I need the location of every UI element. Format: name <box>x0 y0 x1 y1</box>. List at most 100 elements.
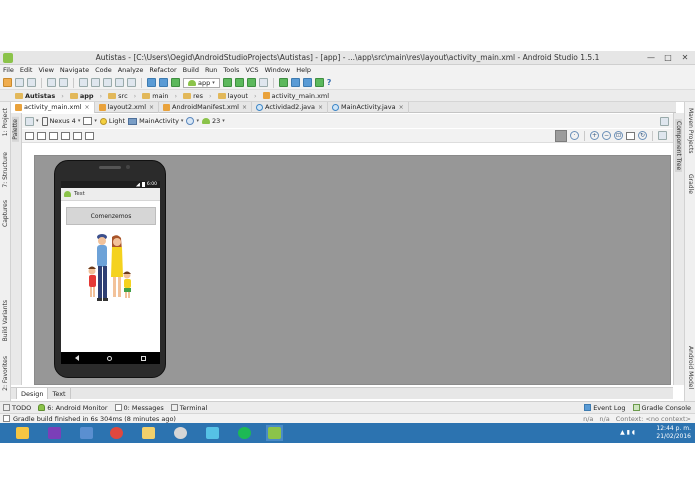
android-device-monitor-icon[interactable] <box>314 78 324 87</box>
breadcrumb-item[interactable]: activity_main.xml <box>260 92 333 100</box>
menu-vcs[interactable]: VCS <box>245 65 258 76</box>
copy-icon[interactable] <box>91 78 100 87</box>
menu-analyze[interactable]: Analyze <box>118 65 144 76</box>
redo-icon[interactable] <box>59 78 68 87</box>
run-config-dropdown[interactable]: app ▾ <box>183 77 220 88</box>
nav-home-icon[interactable] <box>107 355 113 361</box>
activity-dropdown[interactable]: MainActivity ▾ <box>128 117 183 125</box>
align-icon[interactable] <box>73 131 82 140</box>
menu-run[interactable]: Run <box>205 65 217 76</box>
tab-main-activity-java[interactable]: MainActivity.java × <box>328 101 409 113</box>
minimize-button[interactable]: — <box>643 52 659 63</box>
menu-file[interactable]: File <box>3 65 14 76</box>
tab-design[interactable]: Design <box>16 388 49 399</box>
breadcrumb-item[interactable]: Autistas <box>12 92 58 100</box>
forward-arrow-icon[interactable] <box>159 78 168 87</box>
layout-variants-dropdown[interactable]: ▾ <box>25 116 39 126</box>
find-icon[interactable] <box>115 78 124 87</box>
close-tab-icon[interactable]: × <box>399 104 404 111</box>
taskbar-android-studio[interactable] <box>266 425 283 441</box>
gear-icon[interactable] <box>660 116 669 126</box>
make-project-icon[interactable] <box>171 78 180 87</box>
replace-icon[interactable] <box>127 78 136 87</box>
project-tool-tab[interactable]: 1: Project <box>2 108 9 136</box>
api-level-dropdown[interactable]: 23 ▾ <box>201 117 225 125</box>
back-arrow-icon[interactable] <box>147 78 156 87</box>
messages-tool-button[interactable]: 0: Messages <box>114 404 164 412</box>
close-tab-icon[interactable]: × <box>242 104 247 111</box>
android-monitor-tool-button[interactable]: 6: Android Monitor <box>38 404 108 412</box>
close-tab-icon[interactable]: × <box>85 104 90 111</box>
layout-bounds-icon[interactable] <box>61 131 70 140</box>
help-icon[interactable]: ? <box>327 78 332 87</box>
maximize-button[interactable]: □ <box>660 52 676 63</box>
menu-window[interactable]: Window <box>265 65 291 76</box>
avd-manager-icon[interactable] <box>290 78 300 87</box>
screenshot-icon[interactable] <box>626 131 635 140</box>
breadcrumb-item[interactable]: res <box>180 92 206 100</box>
component-tree-tool-tab[interactable]: Component Tree <box>675 119 682 173</box>
menu-edit[interactable]: Edit <box>20 65 33 76</box>
taskbar-visual-studio[interactable] <box>46 425 63 441</box>
open-folder-icon[interactable] <box>3 78 12 87</box>
tab-actividad2-java[interactable]: Actividad2.java × <box>252 101 328 113</box>
paste-icon[interactable] <box>103 78 112 87</box>
tab-activity-main[interactable]: activity_main.xml × <box>11 101 95 113</box>
family-image[interactable] <box>86 231 134 311</box>
save-icon[interactable] <box>15 78 24 87</box>
close-button[interactable]: ✕ <box>677 52 693 63</box>
menu-tools[interactable]: Tools <box>223 65 239 76</box>
event-log-tool-button[interactable]: Event Log <box>584 404 626 412</box>
close-tab-icon[interactable]: × <box>149 104 154 111</box>
close-tab-icon[interactable]: × <box>318 104 323 111</box>
taskbar-file-explorer[interactable] <box>14 425 31 441</box>
zoom-out-icon[interactable]: − <box>602 131 611 140</box>
menu-build[interactable]: Build <box>183 65 199 76</box>
cut-icon[interactable] <box>79 78 88 87</box>
menu-view[interactable]: View <box>38 65 53 76</box>
status-icon[interactable] <box>3 415 10 422</box>
taskbar-spotify[interactable] <box>236 425 253 441</box>
attach-debugger-icon[interactable] <box>246 78 256 87</box>
device-dropdown[interactable]: Nexus 4 ▾ <box>41 116 80 126</box>
taskbar-app[interactable] <box>140 425 157 441</box>
margins-icon[interactable] <box>85 131 94 140</box>
palette-tool-tab[interactable]: Palette <box>12 117 19 142</box>
gradle-console-tool-button[interactable]: Gradle Console <box>632 404 691 412</box>
zoom-actual-icon[interactable]: · <box>570 131 579 140</box>
taskbar-app[interactable] <box>172 425 189 441</box>
menu-help[interactable]: Help <box>296 65 311 76</box>
refresh-icon[interactable]: ↻ <box>638 131 647 140</box>
debug-icon[interactable] <box>234 78 244 87</box>
structure-tool-tab[interactable]: 7: Structure <box>2 152 9 188</box>
gear-icon[interactable] <box>658 131 667 140</box>
design-mode-icon[interactable] <box>25 131 34 140</box>
nav-back-icon[interactable] <box>75 355 80 361</box>
favorites-tool-tab[interactable]: 2: Favorites <box>2 356 9 391</box>
taskbar-chrome[interactable] <box>108 425 125 441</box>
gradle-tool-tab[interactable]: Gradle <box>687 174 694 194</box>
tab-android-manifest[interactable]: AndroidManifest.xml × <box>159 101 252 113</box>
run-icon[interactable] <box>222 78 232 87</box>
taskbar-clock[interactable]: 12:44 p. m. 21/02/2016 <box>656 425 691 441</box>
taskbar-app[interactable] <box>204 425 221 441</box>
sync-icon[interactable] <box>27 78 36 87</box>
undo-icon[interactable] <box>47 78 56 87</box>
orientation-dropdown[interactable]: ▾ <box>83 117 97 125</box>
breadcrumb-item[interactable]: app <box>67 92 97 100</box>
zoom-fit-icon[interactable]: ⊡ <box>614 131 623 140</box>
maven-projects-tool-tab[interactable]: Maven Projects <box>687 108 694 153</box>
build-variants-tool-tab[interactable]: Build Variants <box>2 300 9 341</box>
terminal-tool-button[interactable]: Terminal <box>170 404 207 412</box>
tab-layout2[interactable]: layout2.xml × <box>95 101 160 113</box>
menu-code[interactable]: Code <box>95 65 112 76</box>
toggle-preview-icon[interactable] <box>555 129 567 142</box>
zoom-in-icon[interactable]: + <box>590 131 599 140</box>
stop-icon[interactable] <box>258 78 268 87</box>
captures-tool-tab[interactable]: Captures <box>2 200 9 227</box>
device-screen[interactable]: 6:00 Test Comenzemos <box>61 181 160 352</box>
locale-dropdown[interactable]: ▾ <box>186 117 199 125</box>
menu-refactor[interactable]: Refactor <box>149 65 176 76</box>
nav-recent-icon[interactable] <box>140 355 146 361</box>
gradle-sync-icon[interactable] <box>278 78 288 87</box>
